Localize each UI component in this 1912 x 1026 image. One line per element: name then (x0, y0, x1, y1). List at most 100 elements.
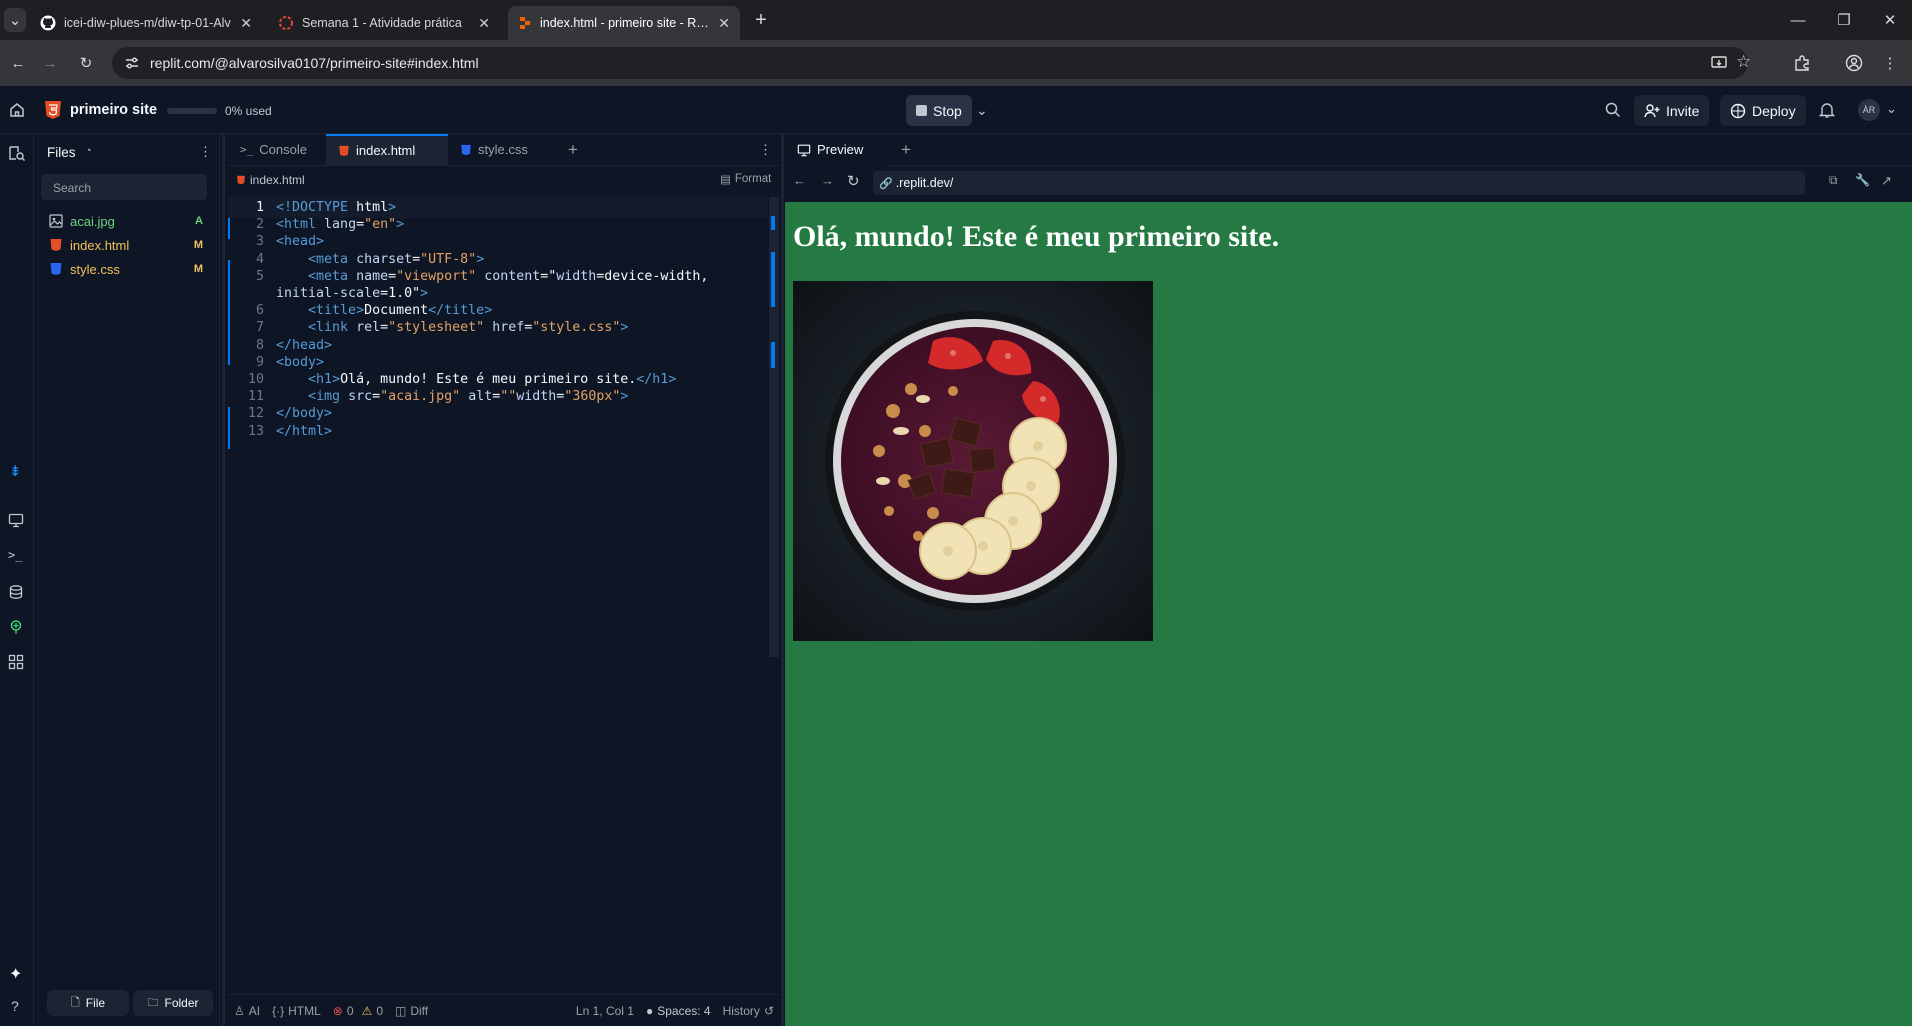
tab-title: icei-diw-plues-m/diw-tp-01-Alv (64, 16, 231, 30)
browser-tab-github[interactable]: icei-diw-plues-m/diw-tp-01-Alv ✕ (30, 6, 262, 40)
bookmark-star-icon[interactable]: ☆ (1736, 52, 1751, 72)
packages-icon[interactable] (8, 619, 24, 635)
browser-tab-replit[interactable]: index.html - primeiro site - Repl ✕ (508, 6, 740, 40)
preview-reload-button[interactable]: ↻ (847, 172, 860, 190)
site-info-icon[interactable] (124, 55, 140, 71)
url-text: replit.com/@alvarosilva0107/primeiro-sit… (150, 55, 479, 71)
new-tab-button[interactable]: + (748, 8, 774, 32)
preview-url: .replit.dev/ (895, 176, 954, 190)
preview-forward-button[interactable]: → (821, 173, 834, 188)
forward-button[interactable]: → (36, 49, 64, 77)
run-options-button[interactable]: ⌄ (972, 95, 992, 126)
home-icon[interactable] (8, 101, 26, 119)
minimize-button[interactable]: — (1780, 6, 1816, 34)
new-file-label: File (85, 996, 106, 1010)
history-button[interactable]: History ↺ (723, 1004, 774, 1018)
profile-icon[interactable] (1840, 49, 1868, 77)
avatar-menu-chevron[interactable]: ⌄ (1886, 101, 1897, 117)
add-user-icon (1644, 103, 1660, 119)
stop-icon (916, 105, 927, 116)
replit-icon (518, 16, 532, 30)
avatar[interactable]: ÀR (1858, 99, 1880, 121)
css-file-icon (49, 262, 63, 276)
sync-icon: ◔ (85, 145, 92, 157)
reload-button[interactable]: ↻ (72, 49, 100, 77)
ai-status[interactable]: ♙ AI (234, 1004, 260, 1018)
tab-preview[interactable]: Preview (785, 133, 889, 166)
tab-title: index.html - primeiro site - Repl (540, 16, 711, 30)
file-name: style.css (70, 261, 120, 277)
new-file-button[interactable]: 🗋 File (47, 990, 129, 1016)
search-input[interactable]: Search (41, 174, 207, 200)
diff-status[interactable]: ◫ Diff (395, 1004, 428, 1018)
tab-label: index.html (356, 143, 416, 158)
search-icon[interactable] (1604, 101, 1622, 119)
invite-label: Invite (1666, 102, 1700, 119)
browser-tab-semana[interactable]: Semana 1 - Atividade prática ✕ (268, 6, 500, 40)
history-icon: ↺ (763, 1003, 774, 1018)
acai-bowl-image (793, 281, 1153, 641)
tab-label: Console (259, 142, 307, 157)
preview-url-bar[interactable]: 🔗 .replit.dev/ (873, 171, 1805, 195)
add-tab-button[interactable]: + (556, 134, 590, 166)
database-icon[interactable] (8, 584, 24, 600)
new-folder-button[interactable]: 🗀 Folder (133, 990, 213, 1016)
close-icon[interactable]: ✕ (478, 15, 490, 32)
close-icon[interactable]: ✕ (718, 15, 730, 32)
stop-button[interactable]: Stop (906, 95, 972, 126)
pane-resize-handle[interactable] (781, 134, 784, 1026)
file-item-index[interactable]: index.html M (41, 233, 211, 257)
diff-icon: ◫ (395, 1003, 407, 1018)
file-item-acai[interactable]: acai.jpg A (41, 209, 211, 233)
html-file-icon (338, 145, 350, 157)
tab-style-css[interactable]: style.css (448, 134, 556, 166)
webview-icon[interactable] (8, 512, 24, 528)
help-icon[interactable]: ? (11, 998, 19, 1014)
tab-index-html[interactable]: index.html (326, 133, 448, 166)
add-preview-tab-button[interactable]: + (889, 134, 923, 166)
format-label: Format (734, 173, 772, 185)
back-button[interactable]: ← (4, 49, 32, 77)
tab-search-button[interactable]: ⌄ (4, 8, 26, 32)
browser-menu-icon[interactable]: ⋮ (1876, 49, 1904, 77)
editor-tabs-menu-icon[interactable]: ⋮ (759, 142, 780, 158)
scroll-marker (771, 342, 775, 368)
indent-status[interactable]: ● Spaces: 4 (646, 1004, 711, 1018)
invite-button[interactable]: Invite (1634, 95, 1710, 126)
stop-label: Stop (933, 102, 962, 119)
monitor-icon (797, 143, 811, 157)
restore-button[interactable]: ❐ (1826, 6, 1862, 34)
git-status-badge: M (193, 239, 203, 251)
problems-status[interactable]: ⊗ 0 ⚠ 0 (333, 1004, 383, 1018)
preview-pane: Preview + ← → ↻ 🔗 .replit.dev/ ⧉ 🔧 ↗ Olá… (785, 133, 1912, 1026)
install-app-icon[interactable] (1710, 54, 1728, 72)
close-icon[interactable]: ✕ (240, 15, 252, 32)
window-close-button[interactable]: ✕ (1872, 6, 1908, 34)
tab-console[interactable]: >_ Console (228, 134, 326, 166)
shell-icon[interactable]: >_ (8, 548, 22, 562)
cursor-position[interactable]: Ln 1, Col 1 (576, 1004, 634, 1018)
bell-icon[interactable] (1818, 101, 1836, 119)
files-panel-icon[interactable] (8, 144, 26, 162)
devtools-icon[interactable]: 🔧 (1855, 173, 1870, 187)
deploy-button[interactable]: Deploy (1720, 95, 1806, 126)
project-name[interactable]: primeiro site (70, 102, 157, 118)
project-html-icon (44, 100, 62, 120)
open-new-window-icon[interactable]: ↗ (1881, 173, 1892, 189)
code-area[interactable]: 1 2 3 4 5 6 7 8 9 10 11 12 13 <!DOCTYPE html> <html l… (228, 197, 768, 897)
extensions-icon[interactable] (1788, 49, 1816, 77)
file-item-style[interactable]: style.css M (41, 257, 211, 281)
warning-icon: ⚠ (361, 1003, 373, 1018)
ai-sparkle-icon[interactable]: ✦ (9, 964, 22, 984)
devices-icon[interactable]: ⧉ (1829, 173, 1838, 188)
address-bar[interactable]: replit.com/@alvarosilva0107/primeiro-sit… (112, 47, 1751, 79)
preview-back-button[interactable]: ← (793, 173, 806, 188)
deploy-label: Deploy (1752, 102, 1796, 119)
git-icon[interactable]: ⇟ (9, 462, 22, 480)
files-menu-icon[interactable]: ⋮ (199, 144, 212, 160)
git-status-badge: A (195, 215, 203, 227)
all-tools-icon[interactable] (8, 654, 24, 670)
pane-resize-handle[interactable] (222, 134, 225, 1026)
format-button[interactable]: ▤ Format (720, 172, 771, 186)
language-status[interactable]: {·} HTML (272, 1004, 321, 1018)
